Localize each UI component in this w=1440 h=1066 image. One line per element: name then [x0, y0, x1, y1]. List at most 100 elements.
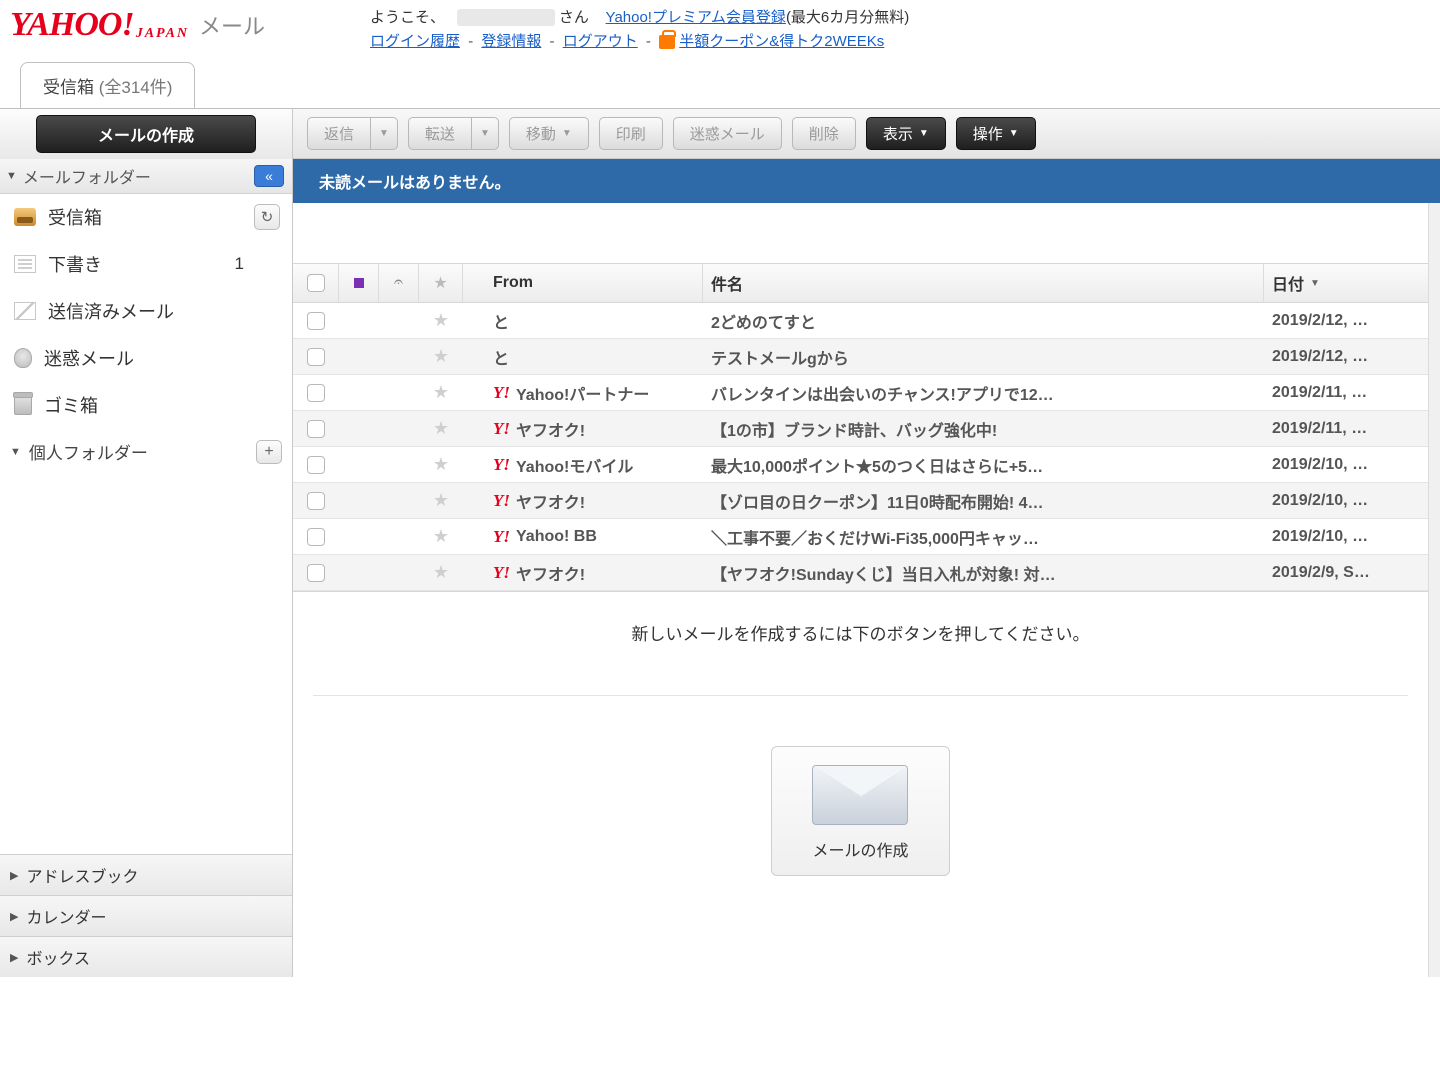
yahoo-logo: YAHOO! [10, 6, 134, 44]
tab-label: 受信箱 [43, 78, 94, 97]
login-history-link[interactable]: ログイン履歴 [370, 33, 460, 50]
star-icon[interactable]: ★ [433, 310, 449, 331]
subject-text: 2どめのてすと [711, 309, 816, 333]
yahoo-sender-icon: Y! [493, 491, 510, 511]
sort-desc-icon: ▼ [1310, 278, 1320, 289]
table-row[interactable]: ★Y!Yahoo! BB＼工事不要／おくだけWi-Fi35,000円キャッ…20… [293, 519, 1428, 555]
select-all-checkbox[interactable] [307, 274, 325, 292]
forward-dropdown[interactable]: ▼ [471, 117, 499, 150]
star-icon[interactable]: ★ [433, 562, 449, 583]
from-text: Yahoo!モバイル [516, 453, 633, 477]
subject-column-header[interactable]: 件名 [703, 264, 1264, 302]
row-checkbox[interactable] [307, 312, 325, 330]
sidebar-item-trash[interactable]: ゴミ箱 [0, 382, 292, 429]
sidebar-item-drafts[interactable]: 下書き 1 [0, 241, 292, 288]
sidebar-item-sent[interactable]: 送信済みメール [0, 288, 292, 335]
star-icon[interactable]: ★ [433, 490, 449, 511]
sidebar-item-box[interactable]: ▶ボックス [0, 936, 292, 977]
from-text: Yahoo! BB [516, 528, 597, 546]
table-row[interactable]: ★と2どめのてすと2019/2/12, … [293, 303, 1428, 339]
flag-column-icon[interactable] [354, 278, 364, 288]
forward-button[interactable]: 転送 ▼ [408, 117, 499, 150]
row-checkbox[interactable] [307, 564, 325, 582]
date-text: 2019/2/11, … [1272, 420, 1367, 438]
delete-button[interactable]: 削除 [792, 117, 856, 150]
print-button[interactable]: 印刷 [599, 117, 663, 150]
personal-disclose-icon[interactable]: ▼ [10, 446, 21, 458]
subject-text: 最大10,000ポイント★5のつく日はさらに+5… [711, 453, 1043, 477]
view-button[interactable]: 表示 ▼ [866, 117, 946, 150]
star-column[interactable]: ★ [419, 264, 463, 302]
from-column-header[interactable]: From [463, 264, 703, 302]
folders-disclose-icon[interactable]: ▼ [6, 170, 17, 182]
yahoo-sender-icon: Y! [493, 419, 510, 439]
logo[interactable]: YAHOO! JAPAN メール [10, 6, 340, 44]
star-icon[interactable]: ★ [433, 346, 449, 367]
personal-folders-title: 個人フォルダー [29, 439, 148, 464]
reg-info-link[interactable]: 登録情報 [481, 33, 541, 50]
envelope-icon [812, 765, 908, 825]
paperclip-icon: 𝄐 [394, 274, 403, 292]
date-text: 2019/2/10, … [1272, 456, 1368, 474]
from-text: ヤフオク! [516, 561, 585, 585]
compose-hint: 新しいメールを作成するには下のボタンを押してください。 [313, 620, 1408, 645]
date-text: 2019/2/12, … [1272, 312, 1368, 330]
spam-button[interactable]: 迷惑メール [673, 117, 782, 150]
list-header: 𝄐 ★ From 件名 日付▼ [293, 263, 1428, 303]
row-checkbox[interactable] [307, 384, 325, 402]
row-checkbox[interactable] [307, 528, 325, 546]
campaign-link[interactable]: 半額クーポン&得トク2WEEKs [679, 33, 884, 50]
move-button[interactable]: 移動 ▼ [509, 117, 589, 150]
info-bar: 未読メールはありません。 [293, 159, 1440, 203]
star-icon[interactable]: ★ [433, 382, 449, 403]
row-checkbox[interactable] [307, 456, 325, 474]
attachment-column[interactable]: 𝄐 [379, 264, 419, 302]
sent-icon [14, 302, 36, 320]
sidebar-item-calendar[interactable]: ▶カレンダー [0, 895, 292, 936]
reply-dropdown[interactable]: ▼ [370, 117, 398, 150]
collapse-sidebar-button[interactable]: « [254, 165, 284, 187]
shield-icon [14, 348, 32, 368]
compose-button[interactable]: メールの作成 [36, 115, 256, 153]
star-icon[interactable]: ★ [433, 526, 449, 547]
reply-button[interactable]: 返信 ▼ [307, 117, 398, 150]
premium-note: (最大6カ月分無料) [786, 9, 909, 26]
table-row[interactable]: ★ Y! ヤフオク! 【1の市】ブランド時計、バッグ強化中! 2019/2/11, … [293, 411, 1428, 447]
row-checkbox[interactable] [307, 492, 325, 510]
username: xxxxxxxxxxxxx [457, 9, 555, 26]
sidebar-item-spam[interactable]: 迷惑メール [0, 335, 292, 382]
subject-text: テストメールgから [711, 345, 849, 369]
star-icon[interactable]: ★ [433, 454, 449, 475]
refresh-button[interactable]: ↻ [254, 204, 280, 230]
table-row[interactable]: ★Y!Yahoo!モバイル最大10,000ポイント★5のつく日はさらに+5…20… [293, 447, 1428, 483]
row-checkbox[interactable] [307, 420, 325, 438]
table-row[interactable]: ★Y!ヤフオク!【ゾロ目の日クーポン】11日0時配布開始! 4…2019/2/1… [293, 483, 1428, 519]
tab-inbox[interactable]: 受信箱 (全314件) [20, 62, 195, 108]
from-text: ヤフオク! [516, 489, 585, 513]
sidebar-item-inbox[interactable]: 受信箱 ↻ [0, 194, 292, 241]
date-text: 2019/2/12, … [1272, 348, 1368, 366]
date-column-header[interactable]: 日付▼ [1264, 264, 1428, 302]
compose-card-button[interactable]: メールの作成 [771, 746, 949, 876]
scrollbar[interactable] [1428, 203, 1440, 977]
draft-icon [14, 255, 36, 273]
add-folder-button[interactable]: + [256, 440, 282, 464]
row-checkbox[interactable] [307, 348, 325, 366]
date-text: 2019/2/11, … [1272, 384, 1367, 402]
drafts-count: 1 [235, 254, 244, 274]
actions-button[interactable]: 操作 ▼ [956, 117, 1036, 150]
date-text: 2019/2/10, … [1272, 492, 1368, 510]
premium-link[interactable]: Yahoo!プレミアム会員登録 [606, 9, 786, 26]
table-row[interactable]: ★とテストメールgから2019/2/12, … [293, 339, 1428, 375]
logout-link[interactable]: ログアウト [563, 33, 638, 50]
star-icon: ★ [433, 273, 447, 293]
subject-text: 【1の市】ブランド時計、バッグ強化中! [711, 417, 997, 441]
table-row[interactable]: ★Y!Yahoo!パートナーバレンタインは出会いのチャンス!アプリで12…201… [293, 375, 1428, 411]
subject-text: バレンタインは出会いのチャンス!アプリで12… [711, 381, 1054, 405]
table-row[interactable]: ★Y!ヤフオク!【ヤフオク!Sundayくじ】当日入札が対象! 対…2019/2… [293, 555, 1428, 591]
sidebar-item-addressbook[interactable]: ▶アドレスブック [0, 854, 292, 895]
star-icon[interactable]: ★ [433, 418, 449, 439]
mail-label: メール [199, 9, 265, 41]
from-text: ヤフオク! [516, 417, 585, 441]
date-text: 2019/2/9, S… [1272, 564, 1370, 582]
